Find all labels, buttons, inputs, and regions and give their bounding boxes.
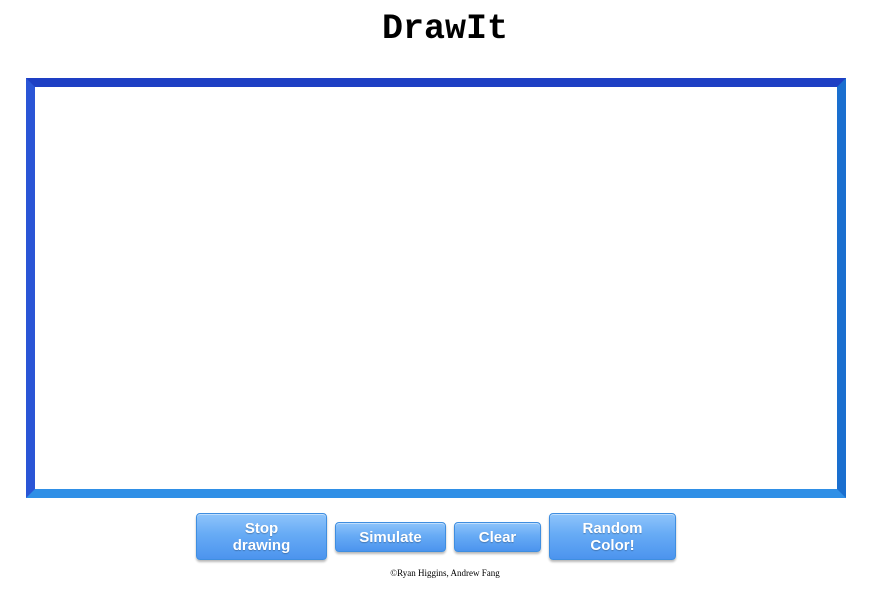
random-color-button[interactable]: Random Color! bbox=[549, 513, 676, 560]
stop-drawing-label: Stop drawing bbox=[232, 519, 291, 554]
simulate-button[interactable]: Simulate bbox=[335, 522, 446, 552]
random-color-label: Random Color! bbox=[582, 519, 643, 554]
toolbar: Stop drawing Simulate Clear Random Color… bbox=[0, 513, 890, 563]
app-title: DrawIt bbox=[381, 9, 509, 49]
drawing-canvas[interactable] bbox=[35, 87, 837, 489]
clear-button[interactable]: Clear bbox=[454, 522, 541, 552]
canvas-frame bbox=[26, 78, 846, 498]
clear-label: Clear bbox=[478, 528, 517, 546]
simulate-label: Simulate bbox=[359, 528, 422, 546]
stop-drawing-button[interactable]: Stop drawing bbox=[196, 513, 327, 560]
credits-text: ©Ryan Higgins, Andrew Fang bbox=[390, 568, 500, 578]
